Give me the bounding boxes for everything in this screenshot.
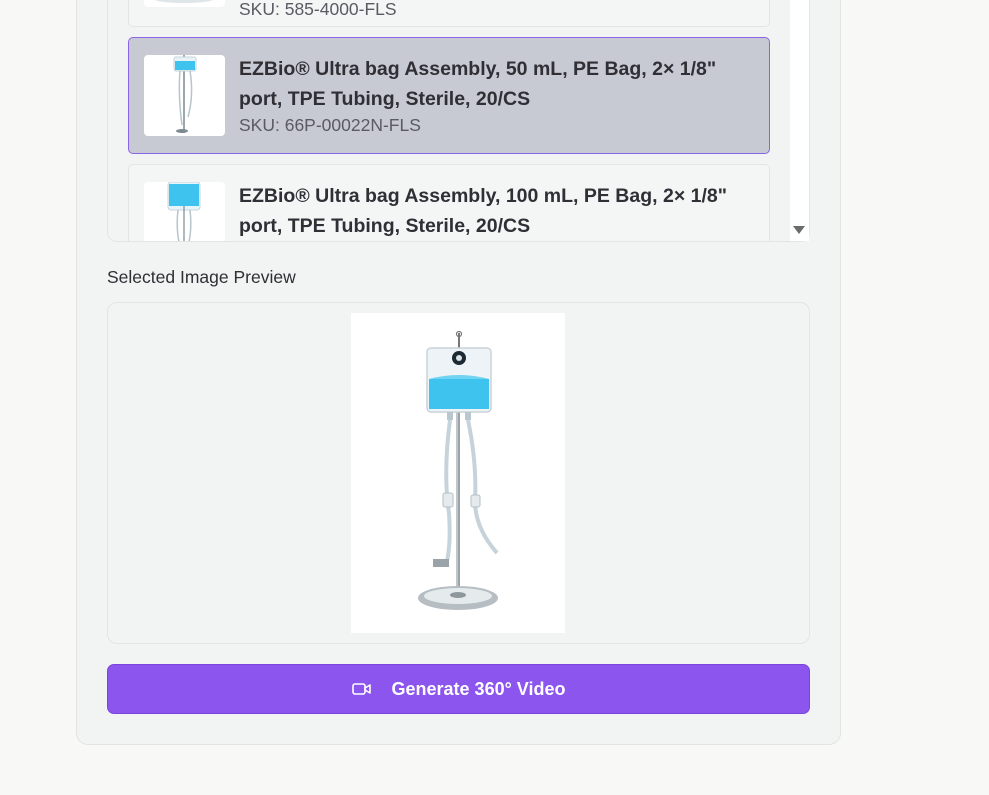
list-scrollbar[interactable]	[790, 0, 809, 241]
scroll-down-arrow-icon[interactable]	[793, 226, 805, 234]
product-thumbnail	[144, 55, 225, 136]
generate-button-label: Generate 360° Video	[391, 678, 566, 699]
item-title: EZBio® Ultra bag Assembly, 100 mL, PE Ba…	[239, 185, 727, 237]
product-thumbnail	[144, 182, 225, 241]
item-sku: SKU: 66P-00022N-FLS	[239, 115, 421, 135]
preview-label: Selected Image Preview	[107, 267, 296, 287]
list-item[interactable]: SKU: 585-4000-FLS	[128, 0, 770, 27]
video-camera-icon	[351, 682, 372, 696]
preview-image	[351, 313, 565, 633]
product-thumbnail	[144, 0, 225, 7]
item-title: EZBio® Ultra bag Assembly, 50 mL, PE Bag…	[239, 58, 717, 110]
list-item[interactable]: EZBio® Ultra bag Assembly, 100 mL, PE Ba…	[128, 164, 770, 241]
item-sku: SKU: 585-4000-FLS	[239, 0, 397, 19]
list-item-selected[interactable]: EZBio® Ultra bag Assembly, 50 mL, PE Bag…	[128, 37, 770, 154]
generate-video-button[interactable]: Generate 360° Video	[107, 664, 810, 714]
